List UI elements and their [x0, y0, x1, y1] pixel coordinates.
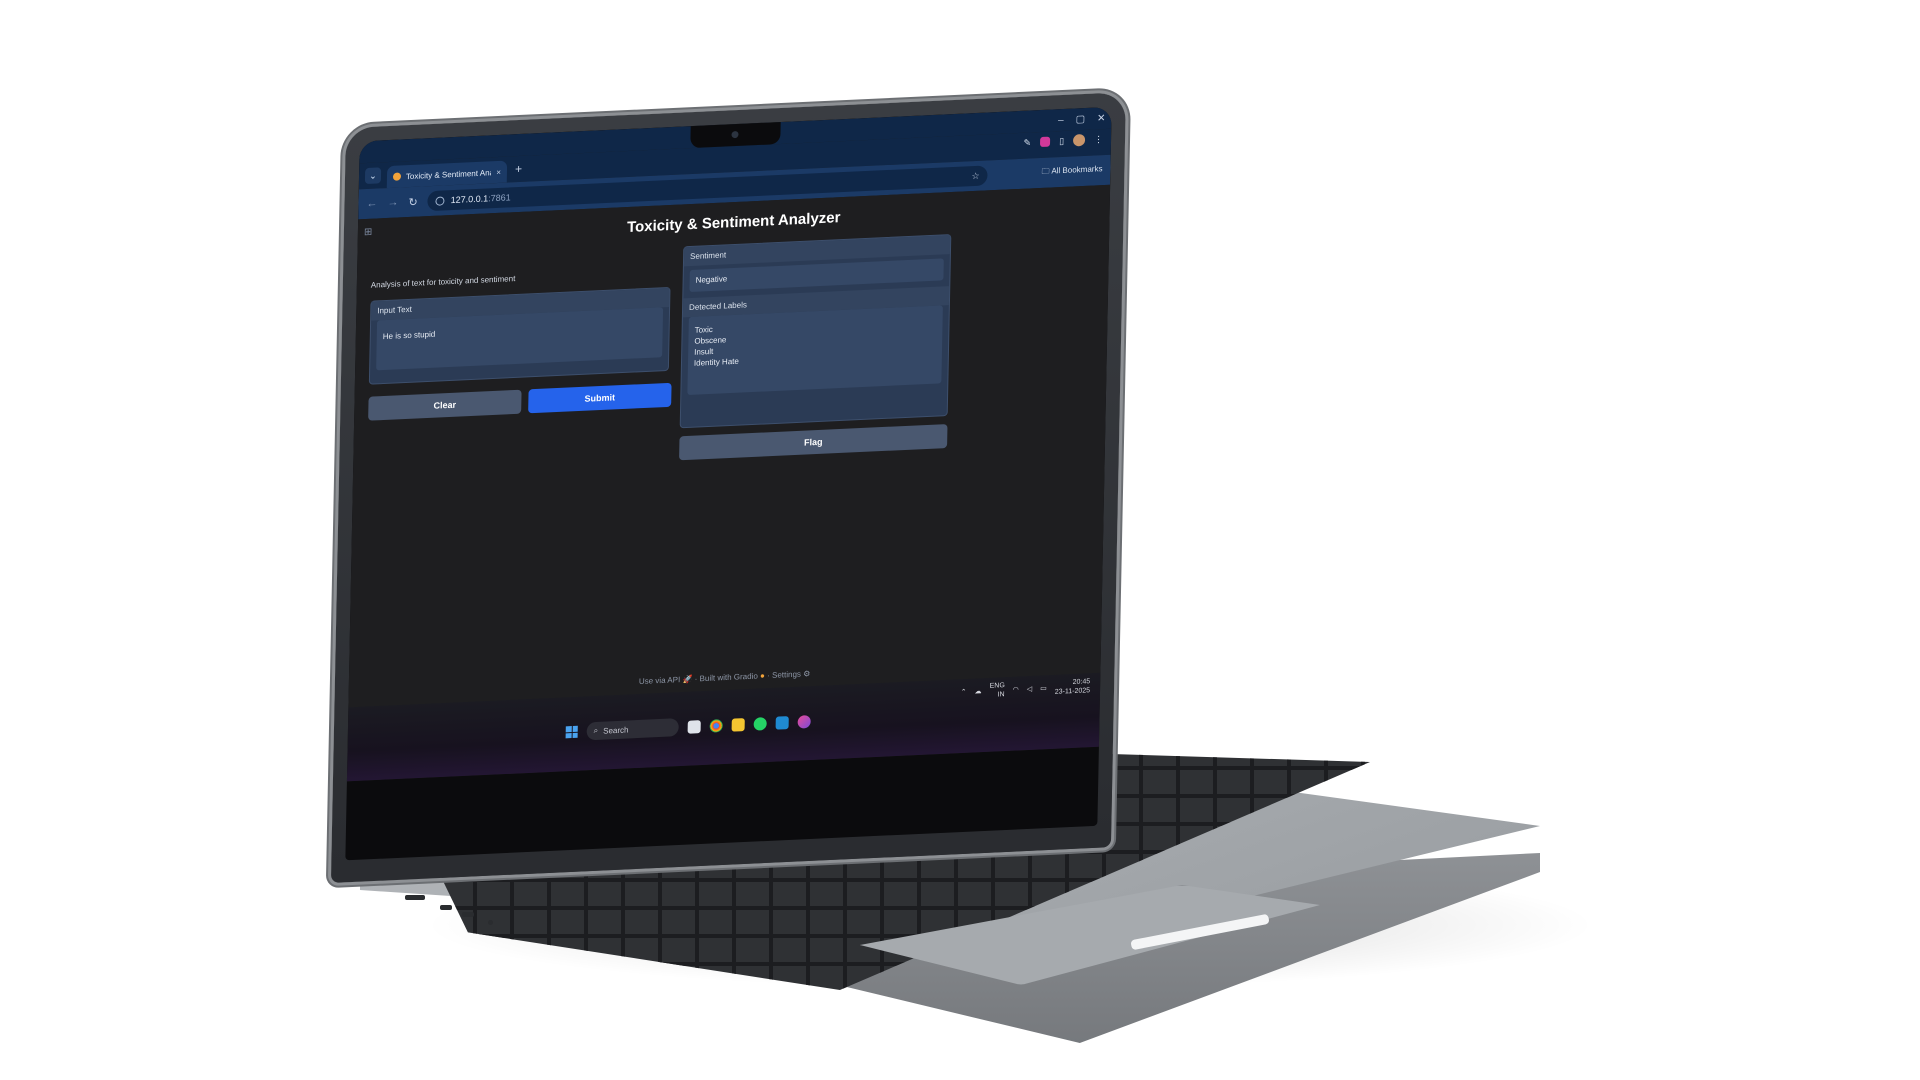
- footer-separator: ·: [694, 674, 698, 684]
- date: 23-11-2025: [1054, 687, 1091, 696]
- site-info-icon[interactable]: [435, 195, 445, 206]
- search-icon: ⌕: [593, 725, 599, 736]
- tab-search-button[interactable]: ⌄: [364, 167, 382, 185]
- use-via-api-link[interactable]: Use via API: [639, 675, 681, 686]
- tab-title: Toxicity & Sentiment Analyzer: [405, 167, 492, 181]
- whatsapp-icon[interactable]: [753, 716, 767, 731]
- detected-labels-output: Toxic Obscene Insult Identity Hate: [687, 305, 943, 396]
- folder-icon[interactable]: [731, 717, 745, 732]
- reading-list-icon[interactable]: ▯: [1059, 135, 1064, 146]
- vscode-icon[interactable]: [775, 715, 789, 730]
- cloud-icon[interactable]: ☁: [974, 687, 981, 695]
- settings-link[interactable]: Settings: [772, 670, 801, 680]
- chevron-up-icon[interactable]: ⌃: [961, 688, 967, 696]
- all-bookmarks-button[interactable]: 🗀 All Bookmarks: [1041, 163, 1102, 180]
- gradio-app: ⊞ Toxicity & Sentiment Analyzer Analysis…: [348, 184, 1111, 708]
- submit-button[interactable]: Submit: [528, 382, 672, 414]
- input-text-block: Input Text He is so stupid: [368, 286, 671, 385]
- forward-arrow-icon[interactable]: →: [387, 197, 398, 210]
- clear-button[interactable]: Clear: [368, 389, 522, 421]
- chrome-icon[interactable]: [709, 718, 723, 733]
- maximize-button[interactable]: ▢: [1076, 113, 1086, 124]
- magsafe-port: [405, 895, 425, 900]
- url-port: :7861: [488, 192, 511, 204]
- output-block: Sentiment Negative Detected Labels Toxic…: [679, 234, 952, 429]
- built-with-gradio-link[interactable]: Built with Gradio: [700, 672, 758, 684]
- back-arrow-icon[interactable]: ←: [366, 197, 377, 210]
- minimize-button[interactable]: –: [1058, 114, 1064, 125]
- toolbar-extensions: ✎ ▯ ⋮: [1023, 133, 1103, 149]
- all-bookmarks-label: All Bookmarks: [1051, 164, 1103, 176]
- detected-labels-section: Detected Labels Toxic Obscene Insult Ide…: [681, 286, 950, 396]
- windows-start-icon[interactable]: [565, 725, 578, 739]
- bookmark-star-icon[interactable]: ☆: [971, 170, 980, 181]
- volume-icon[interactable]: ◁: [1027, 685, 1033, 693]
- laptop-lid: – ▢ ✕ ⌄ Toxicity & Sentiment Analyzer × …: [330, 92, 1126, 884]
- close-window-button[interactable]: ✕: [1097, 113, 1106, 124]
- wifi-icon[interactable]: ◠: [1013, 686, 1019, 694]
- screen-bezel: – ▢ ✕ ⌄ Toxicity & Sentiment Analyzer × …: [345, 106, 1112, 861]
- reload-icon[interactable]: ↻: [408, 195, 417, 208]
- search-placeholder: Search: [603, 724, 629, 736]
- edit-pen-icon[interactable]: ✎: [1023, 137, 1031, 148]
- language-region: IN: [997, 691, 1005, 699]
- footer-separator: ·: [767, 670, 770, 681]
- gradio-logo-icon: ●: [759, 671, 766, 681]
- clock[interactable]: 20:45 23-11-2025: [1055, 677, 1091, 697]
- kebab-menu-icon[interactable]: ⋮: [1094, 134, 1103, 145]
- gear-icon: ⚙: [803, 669, 811, 679]
- headphone-jack: [488, 920, 493, 925]
- url-host: 127.0.0.1: [450, 193, 489, 206]
- battery-icon[interactable]: ▭: [1040, 684, 1047, 692]
- gradio-favicon-icon: [392, 172, 402, 181]
- language-indicator[interactable]: ENG IN: [989, 681, 1005, 700]
- camera-notch: [690, 121, 781, 149]
- taskbar-apps: ⌕ Search: [565, 712, 811, 741]
- screen: – ▢ ✕ ⌄ Toxicity & Sentiment Analyzer × …: [346, 106, 1112, 782]
- usb-c-port: [462, 912, 474, 917]
- tab-close-icon[interactable]: ×: [496, 167, 501, 176]
- profile-avatar[interactable]: [1072, 133, 1086, 147]
- usb-c-port: [440, 905, 452, 910]
- new-tab-button[interactable]: +: [515, 162, 522, 176]
- rocket-icon: 🚀: [682, 674, 693, 684]
- flag-button[interactable]: Flag: [679, 424, 948, 461]
- system-tray: ⌃ ☁ ENG IN ◠ ◁ ▭ 20:45 23-11-2025: [960, 677, 1091, 701]
- app-description: Analysis of text for toxicity and sentim…: [370, 274, 516, 290]
- taskbar-search[interactable]: ⌕ Search: [586, 718, 679, 741]
- extension-icon[interactable]: [1040, 136, 1051, 148]
- copilot-icon[interactable]: [797, 714, 811, 729]
- file-explorer-icon[interactable]: [687, 719, 701, 734]
